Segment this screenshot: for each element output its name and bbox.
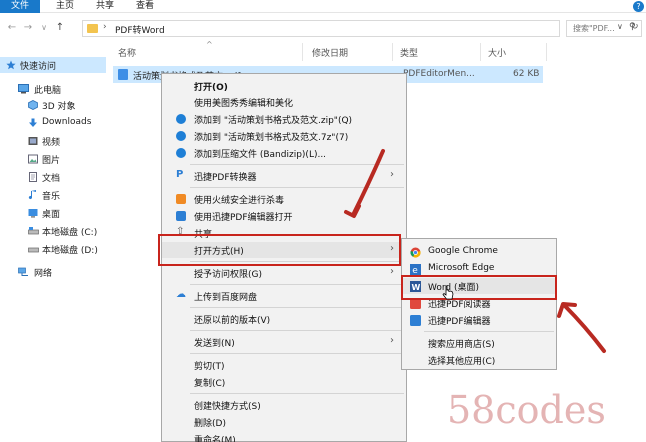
watermark: 58codes bbox=[447, 388, 606, 432]
arrow-to-open-with bbox=[344, 149, 385, 218]
annotation-arrows bbox=[344, 149, 606, 353]
arrow-to-word bbox=[557, 302, 606, 353]
mouse-cursor-icon bbox=[442, 285, 454, 300]
